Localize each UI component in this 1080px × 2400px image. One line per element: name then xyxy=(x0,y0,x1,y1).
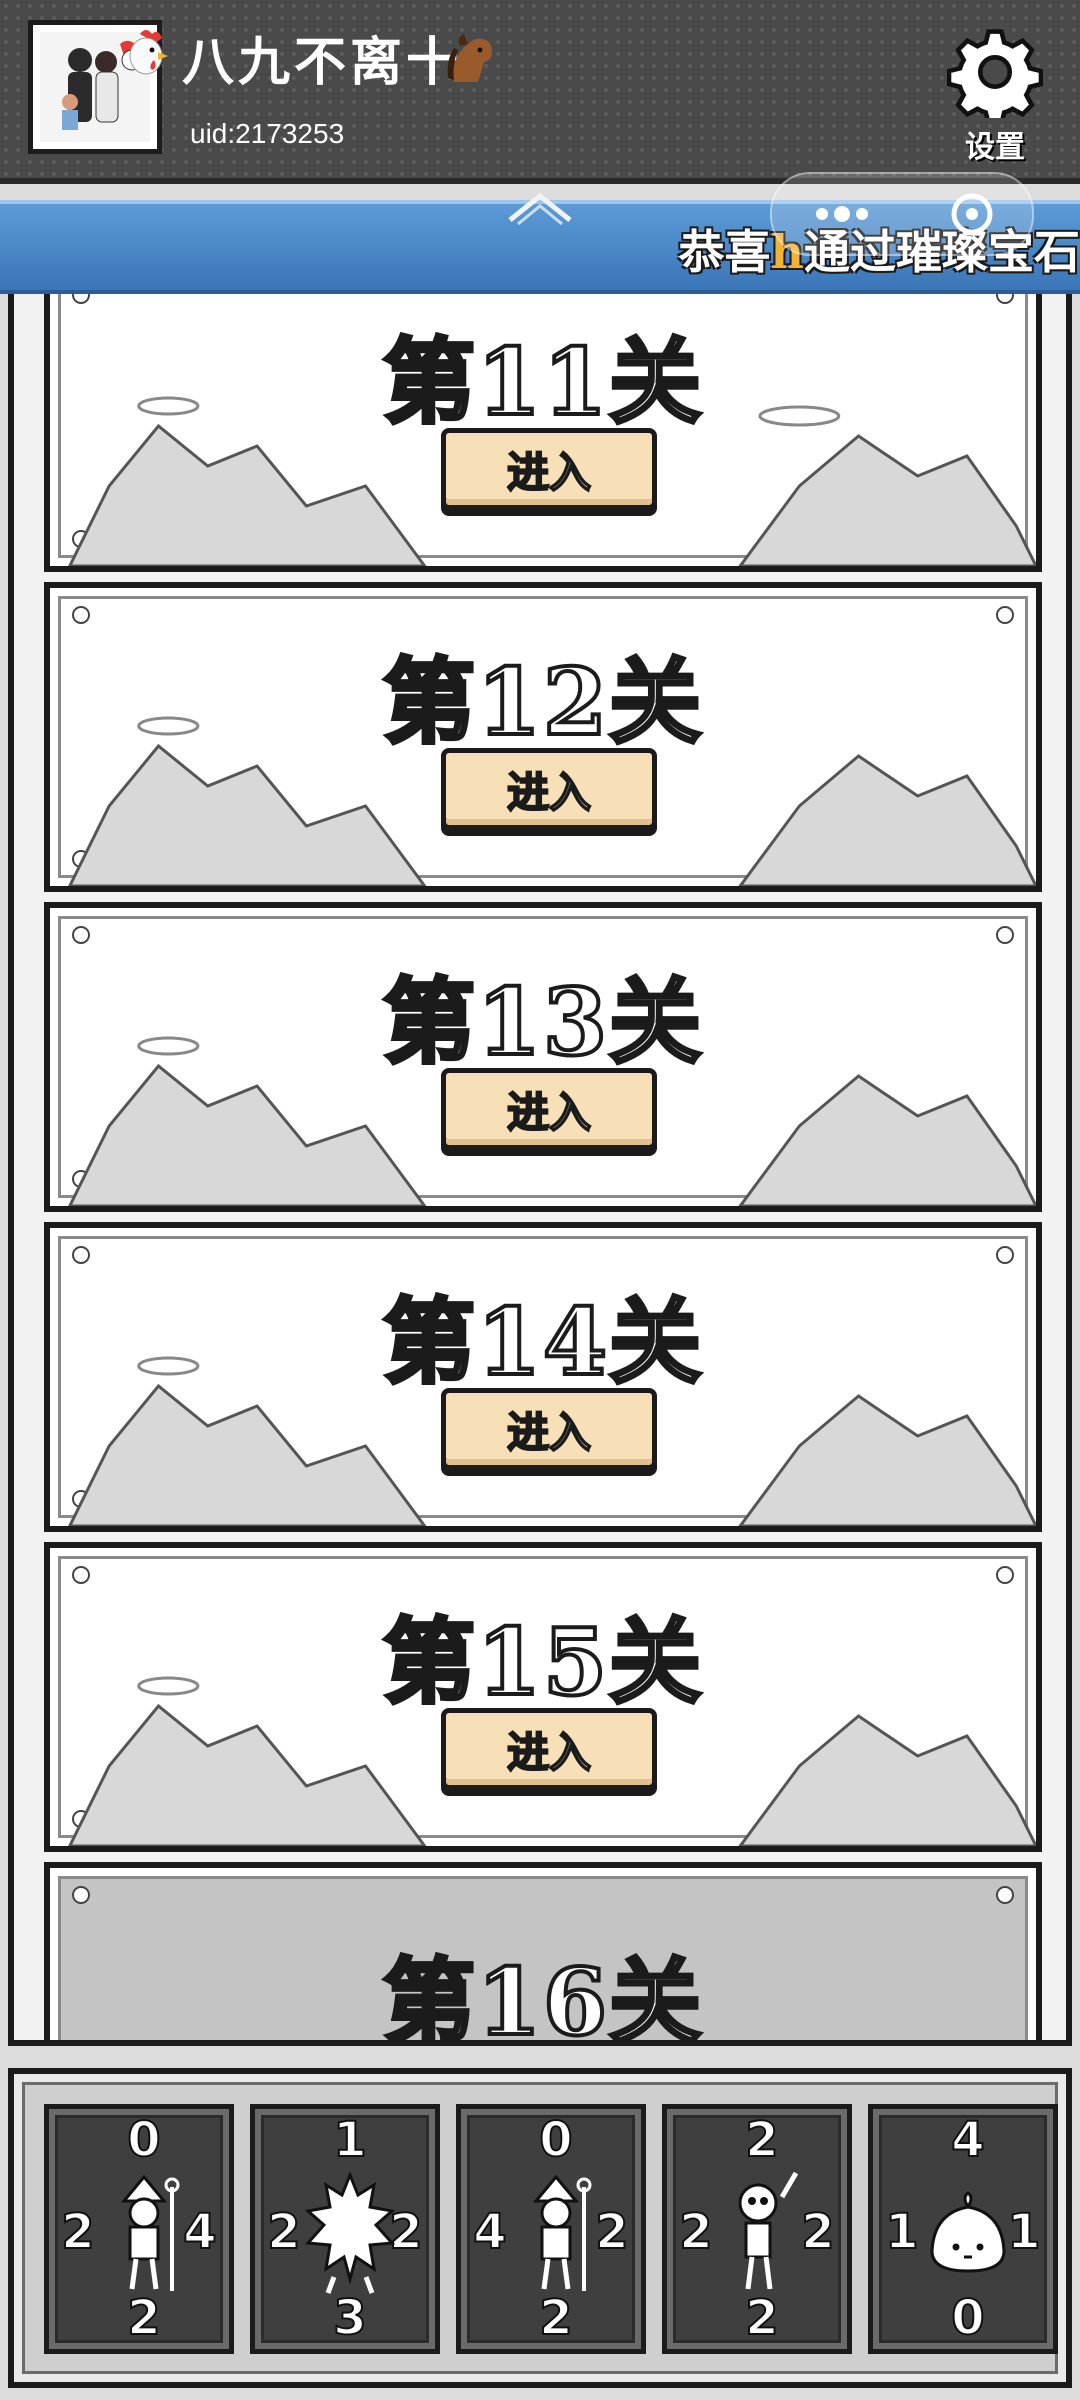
mini-program-capsule xyxy=(770,172,1034,256)
rivet xyxy=(996,1886,1014,1904)
unit-card-tray: 0 2 4 2 1 2 2 3 0 4 2 2 2 2 2 2 4 1 1 0 xyxy=(8,2068,1072,2388)
enter-label: 进入 xyxy=(506,1727,592,1778)
level-list[interactable]: 第11关 进入 第12关 进入 第13关 进入 第14关 进入 第15关 进入 … xyxy=(8,206,1072,2046)
rooster-emoji xyxy=(129,30,168,75)
enter-label: 进入 xyxy=(506,1087,592,1138)
player-name-text: 八九不离十 xyxy=(182,33,463,93)
level-title: 第16关 xyxy=(381,1946,704,2046)
archer-icon xyxy=(532,2174,592,2291)
archer-icon xyxy=(120,2174,180,2291)
rivet xyxy=(72,1886,90,1904)
unit-card-3[interactable]: 0 4 2 2 xyxy=(456,2104,646,2354)
level-card-12: 第12关 进入 xyxy=(44,582,1042,892)
enter-label: 进入 xyxy=(506,1407,592,1458)
close-target-icon[interactable] xyxy=(947,189,997,239)
rivet xyxy=(72,1566,90,1584)
stat-top: 0 xyxy=(538,2112,573,2168)
stat-bottom: 3 xyxy=(332,2290,367,2346)
level-title: 第14关 xyxy=(381,1286,704,1398)
uid-label: uid:2173253 xyxy=(190,118,345,149)
stat-bottom: 2 xyxy=(744,2290,779,2346)
stat-bottom: 2 xyxy=(538,2290,573,2346)
enter-label: 进入 xyxy=(506,447,592,498)
enter-label: 进入 xyxy=(506,767,592,818)
player-name: 八九不离十 xyxy=(182,20,462,95)
enter-level-11-button[interactable]: 进入 xyxy=(441,428,657,510)
stat-top: 4 xyxy=(950,2112,985,2168)
top-bar: 八九不离十 uid:2173253 设置 xyxy=(0,0,1080,184)
level-card-14: 第14关 进入 xyxy=(44,1222,1042,1532)
unit-card-5[interactable]: 4 1 1 0 xyxy=(868,2104,1058,2354)
enter-level-13-button[interactable]: 进入 xyxy=(441,1068,657,1150)
level-card-15: 第15关 进入 xyxy=(44,1542,1042,1852)
unit-card-2[interactable]: 1 2 2 3 xyxy=(250,2104,440,2354)
level-title: 第12关 xyxy=(381,646,704,758)
horse-emoji xyxy=(447,34,492,82)
enter-level-12-button[interactable]: 进入 xyxy=(441,748,657,830)
enter-level-14-button[interactable]: 进入 xyxy=(441,1388,657,1470)
level-card-11: 第11关 进入 xyxy=(44,262,1042,572)
level-title: 第11关 xyxy=(381,326,704,438)
rivet xyxy=(72,1246,90,1264)
rivet xyxy=(996,1246,1014,1264)
chevron-up-icon[interactable] xyxy=(500,186,580,226)
stat-top: 2 xyxy=(744,2112,779,2168)
level-title: 第13关 xyxy=(381,966,704,1078)
slime-icon xyxy=(930,2191,1006,2273)
unit-card-4[interactable]: 2 2 2 2 xyxy=(662,2104,852,2354)
skeleton-icon xyxy=(738,2171,799,2290)
rivet xyxy=(996,1566,1014,1584)
more-icon[interactable] xyxy=(807,199,877,229)
rivet xyxy=(72,606,90,624)
stat-top: 1 xyxy=(332,2112,367,2168)
spiky-blob-icon xyxy=(304,2170,396,2294)
settings-button[interactable]: 设置 xyxy=(940,26,1050,166)
rivet xyxy=(72,926,90,944)
gear-icon xyxy=(947,29,1043,118)
level-card-16-locked: 第16关 xyxy=(44,1862,1042,2046)
unit-card-1[interactable]: 0 2 4 2 xyxy=(44,2104,234,2354)
enter-level-15-button[interactable]: 进入 xyxy=(441,1708,657,1790)
level-card-13: 第13关 进入 xyxy=(44,902,1042,1212)
rivet xyxy=(996,926,1014,944)
stat-bottom: 0 xyxy=(950,2290,985,2346)
level-title: 第15关 xyxy=(381,1606,704,1718)
stat-top: 0 xyxy=(126,2112,161,2168)
stat-bottom: 2 xyxy=(126,2290,161,2346)
settings-label: 设置 xyxy=(965,130,1025,165)
rivet xyxy=(996,606,1014,624)
announcement-prefix: 恭喜 xyxy=(678,225,771,279)
